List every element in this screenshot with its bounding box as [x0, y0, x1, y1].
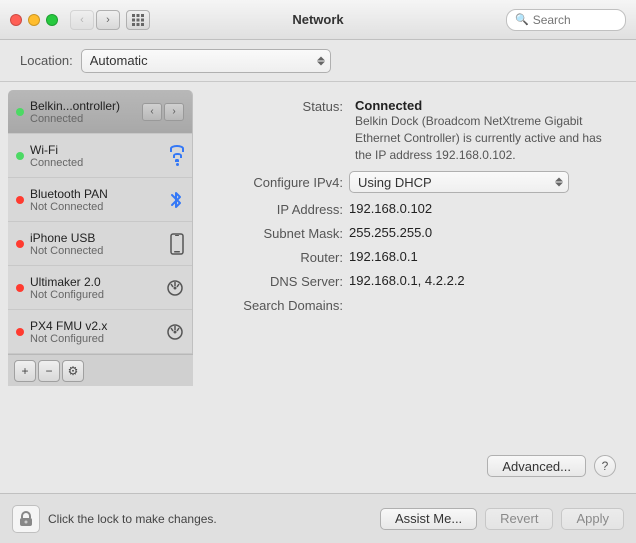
lock-text: Click the lock to make changes.: [48, 512, 217, 526]
subnet-mask-value: 255.255.255.0: [349, 225, 616, 240]
sidebar-status-px4: Not Configured: [30, 333, 166, 345]
sidebar-item-ultimaker[interactable]: Ultimaker 2.0 Not Configured: [8, 266, 192, 310]
status-dot-px4: [16, 328, 24, 336]
location-bar: Location: Automatic Edit Locations...: [0, 40, 636, 82]
wifi-icon: [170, 145, 184, 166]
dns-server-row: DNS Server: 192.168.0.1, 4.2.2.2: [213, 273, 616, 289]
subnet-mask-label: Subnet Mask:: [213, 225, 343, 241]
settings-network-button[interactable]: ⚙: [62, 360, 84, 382]
back-button[interactable]: ‹: [70, 10, 94, 30]
traffic-lights: [10, 14, 58, 26]
lock-area: Click the lock to make changes.: [12, 505, 380, 533]
sidebar-name-belkin: Belkin...ontroller): [30, 99, 138, 113]
dns-server-value: 192.168.0.1, 4.2.2.2: [349, 273, 616, 288]
status-dot-wifi: [16, 152, 24, 160]
status-value: Connected: [355, 98, 616, 113]
ip-address-label: IP Address:: [213, 201, 343, 217]
sidebar-status-ultimaker: Not Configured: [30, 289, 166, 301]
titlebar: ‹ › Network 🔍: [0, 0, 636, 40]
router-value: 192.168.0.1: [349, 249, 616, 264]
sidebar-status-belkin: Connected: [30, 113, 138, 125]
advanced-button[interactable]: Advanced...: [487, 455, 586, 477]
search-domains-row: Search Domains:: [213, 297, 616, 313]
assist-me-button[interactable]: Assist Me...: [380, 508, 477, 530]
search-bar[interactable]: 🔍: [506, 9, 626, 31]
sidebar-item-wifi[interactable]: Wi-Fi Connected: [8, 134, 192, 178]
maximize-button[interactable]: [46, 14, 58, 26]
sidebar-bottom: + − ⚙: [8, 354, 193, 386]
sidebar-nav-forward[interactable]: ›: [164, 103, 184, 121]
location-select-wrapper: Automatic Edit Locations...: [81, 49, 331, 73]
sidebar-status-bluetooth: Not Connected: [30, 201, 168, 213]
sidebar-item-belkin[interactable]: Belkin...ontroller) Connected ‹ ›: [8, 90, 192, 134]
add-network-button[interactable]: +: [14, 360, 36, 382]
status-dot-ultimaker: [16, 284, 24, 292]
sidebar-text-ultimaker: Ultimaker 2.0 Not Configured: [30, 275, 166, 301]
status-label: Status:: [213, 98, 343, 114]
configure-ipv4-row: Configure IPv4: Using DHCP Manually Off: [213, 171, 616, 193]
sidebar-item-iphone[interactable]: iPhone USB Not Connected: [8, 222, 192, 266]
sidebar-status-iphone: Not Connected: [30, 245, 170, 257]
search-icon: 🔍: [515, 13, 529, 26]
forward-button[interactable]: ›: [96, 10, 120, 30]
dial-icon-px4: [166, 323, 184, 341]
bluetooth-icon: [168, 190, 184, 210]
sidebar-name-wifi: Wi-Fi: [30, 143, 170, 157]
router-row: Router: 192.168.0.1: [213, 249, 616, 265]
subnet-mask-row: Subnet Mask: 255.255.255.0: [213, 225, 616, 241]
configure-ipv4-select-wrapper: Using DHCP Manually Off: [349, 171, 569, 193]
status-dot-belkin: [16, 108, 24, 116]
configure-ipv4-label: Configure IPv4:: [213, 174, 343, 190]
sidebar-item-bluetooth[interactable]: Bluetooth PAN Not Connected: [8, 178, 192, 222]
status-dot-iphone: [16, 240, 24, 248]
sidebar-text-iphone: iPhone USB Not Connected: [30, 231, 170, 257]
phone-icon: [170, 233, 184, 255]
nav-buttons: ‹ ›: [70, 10, 120, 30]
close-button[interactable]: [10, 14, 22, 26]
sidebar-text-belkin: Belkin...ontroller) Connected: [30, 99, 138, 125]
main-content: Belkin...ontroller) Connected ‹ › Wi-Fi …: [0, 82, 636, 493]
sidebar-name-ultimaker: Ultimaker 2.0: [30, 275, 166, 289]
sidebar-item-px4[interactable]: PX4 FMU v2.x Not Configured: [8, 310, 192, 354]
bottom-buttons: Assist Me... Revert Apply: [380, 508, 624, 530]
search-input[interactable]: [533, 13, 623, 27]
sidebar-name-bluetooth: Bluetooth PAN: [30, 187, 168, 201]
search-domains-label: Search Domains:: [213, 297, 343, 313]
grid-button[interactable]: [126, 10, 150, 30]
remove-network-button[interactable]: −: [38, 360, 60, 382]
sidebar-nav: ‹ ›: [142, 103, 184, 121]
lock-button[interactable]: [12, 505, 40, 533]
location-label: Location:: [20, 53, 73, 68]
window-title: Network: [292, 12, 343, 27]
status-row: Status: Connected Belkin Dock (Broadcom …: [213, 98, 616, 163]
router-label: Router:: [213, 249, 343, 265]
apply-button[interactable]: Apply: [561, 508, 624, 530]
revert-button[interactable]: Revert: [485, 508, 553, 530]
sidebar-text-wifi: Wi-Fi Connected: [30, 143, 170, 169]
right-panel: Status: Connected Belkin Dock (Broadcom …: [193, 82, 636, 493]
status-dot-bluetooth: [16, 196, 24, 204]
sidebar-name-iphone: iPhone USB: [30, 231, 170, 245]
sidebar-name-px4: PX4 FMU v2.x: [30, 319, 166, 333]
help-button[interactable]: ?: [594, 455, 616, 477]
ip-address-value: 192.168.0.102: [349, 201, 616, 216]
bottom-bar: Click the lock to make changes. Assist M…: [0, 493, 636, 543]
ip-address-row: IP Address: 192.168.0.102: [213, 201, 616, 217]
minimize-button[interactable]: [28, 14, 40, 26]
sidebar-status-wifi: Connected: [30, 157, 170, 169]
sidebar-text-px4: PX4 FMU v2.x Not Configured: [30, 319, 166, 345]
location-select[interactable]: Automatic Edit Locations...: [81, 49, 331, 73]
configure-ipv4-select[interactable]: Using DHCP Manually Off: [349, 171, 569, 193]
dns-server-label: DNS Server:: [213, 273, 343, 289]
sidebar-nav-back[interactable]: ‹: [142, 103, 162, 121]
sidebar: Belkin...ontroller) Connected ‹ › Wi-Fi …: [8, 90, 193, 354]
status-description: Belkin Dock (Broadcom NetXtreme Gigabit …: [355, 113, 616, 163]
sidebar-text-bluetooth: Bluetooth PAN Not Connected: [30, 187, 168, 213]
dial-icon-ultimaker: [166, 279, 184, 297]
